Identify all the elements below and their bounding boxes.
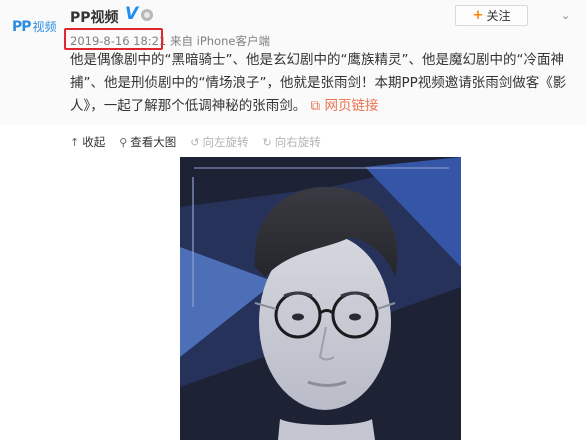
collapse-label: 收起 [82, 135, 106, 149]
author-name[interactable]: PP视频 [70, 7, 119, 27]
view-large-button[interactable]: ⚲ 查看大图 [119, 134, 176, 150]
collapse-icon: ↑ [70, 135, 80, 149]
post-image[interactable] [180, 157, 461, 440]
post-content: 他是偶像剧中的“黑暗骑士”、他是玄幻剧中的“鹰族精灵”、他是魔幻剧中的“冷面神捕… [70, 49, 580, 118]
rotate-left-button[interactable]: ↺ 向左旋转 [190, 134, 248, 150]
brand-logo[interactable]: PP 视频 [12, 18, 57, 35]
plus-icon: + [472, 8, 484, 23]
post-source: 来自 iPhone客户端 [169, 34, 270, 48]
portrait-illustration [180, 157, 461, 440]
logo-mark: PP [12, 18, 32, 35]
link-icon: ⧉ [310, 98, 321, 114]
collapse-button[interactable]: ↑ 收起 [70, 134, 105, 150]
follow-button[interactable]: + 关注 [455, 5, 528, 26]
chevron-down-icon[interactable]: ⌄ [561, 9, 570, 22]
rotate-left-icon: ↺ [190, 135, 200, 149]
rotate-right-button[interactable]: ↻ 向右旋转 [263, 134, 321, 150]
rotate-left-label: 向左旋转 [202, 135, 249, 149]
verified-icon: V [125, 4, 139, 24]
web-link[interactable]: 网页链接 [324, 98, 378, 114]
timestamp-highlight [64, 28, 163, 50]
logo-text: 视频 [32, 20, 57, 34]
badge-icon [141, 9, 153, 21]
image-toolbar: ↑ 收起 ⚲ 查看大图 ↺ 向左旋转 ↻ 向右旋转 [70, 134, 335, 150]
view-large-label: 查看大图 [130, 135, 177, 149]
search-icon: ⚲ [119, 135, 128, 149]
follow-label: 关注 [486, 9, 511, 23]
rotate-right-label: 向右旋转 [274, 135, 321, 149]
rotate-right-icon: ↻ [262, 135, 272, 149]
